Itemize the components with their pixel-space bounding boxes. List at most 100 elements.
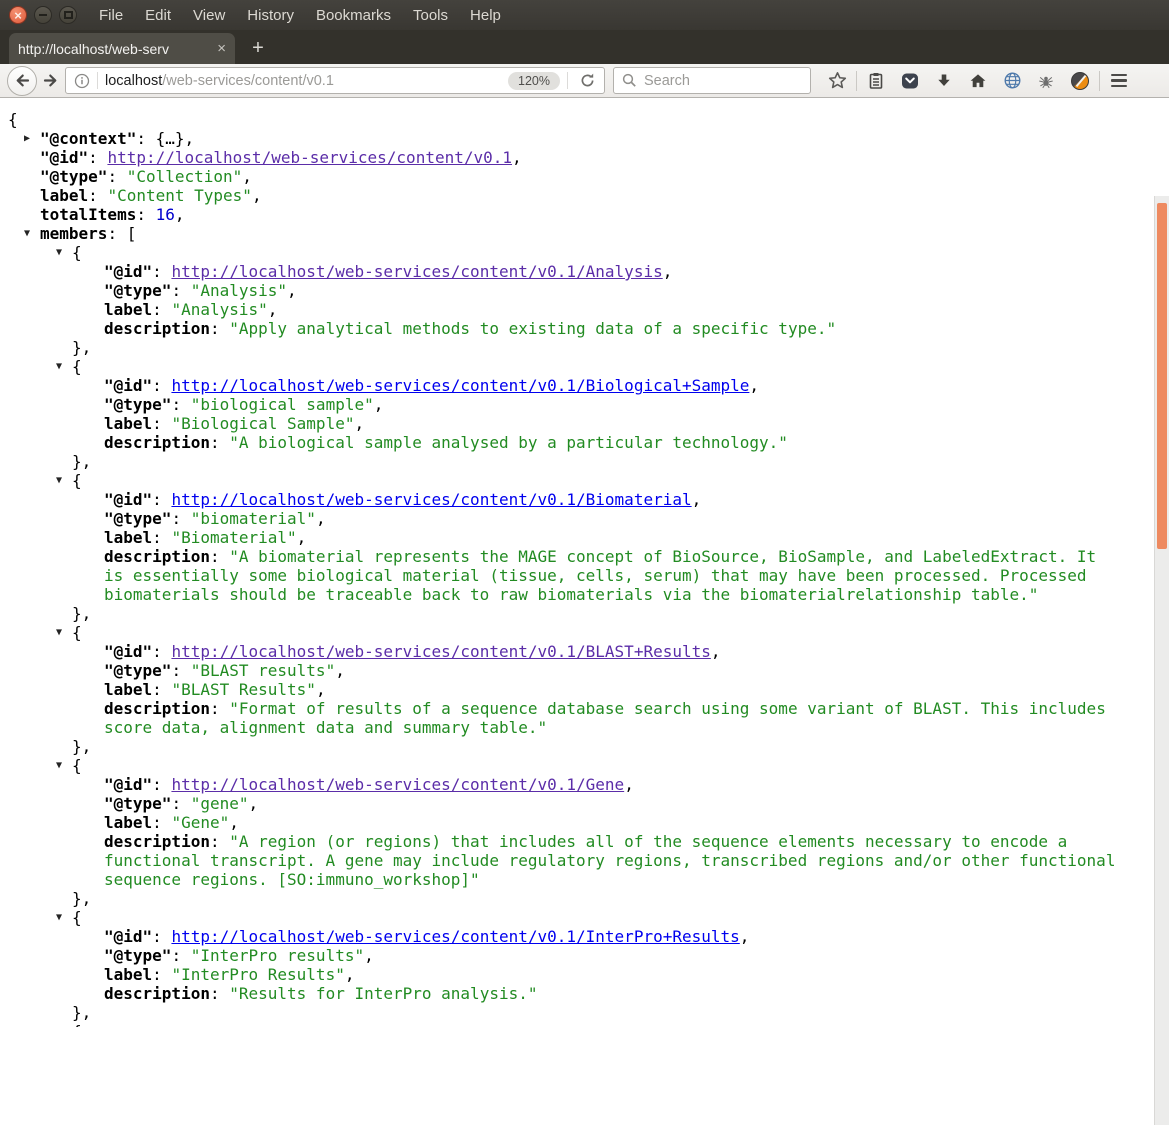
json-line: }, <box>0 1003 1118 1022</box>
json-punct: , <box>739 927 750 946</box>
new-tab-button[interactable]: + <box>243 35 273 62</box>
json-link[interactable]: http://localhost/web-services/content/v0… <box>171 490 691 509</box>
collapse-toggle-icon[interactable]: ▼ <box>56 471 62 490</box>
menu-history[interactable]: History <box>236 7 305 24</box>
menu-edit[interactable]: Edit <box>134 7 182 24</box>
tab-title: http://localhost/web-serv <box>18 40 213 57</box>
url-host: localhost <box>105 72 163 89</box>
json-string: "A biological sample analysed by a parti… <box>229 433 788 452</box>
json-link[interactable]: http://localhost/web-services/content/v0… <box>171 927 739 946</box>
browser-tab-active[interactable]: http://localhost/web-serv × <box>9 33 235 64</box>
json-link[interactable]: http://localhost/web-services/content/v0… <box>171 262 662 281</box>
scrollbar[interactable] <box>1154 196 1169 1125</box>
bookmarks-menu-button[interactable] <box>859 68 893 94</box>
json-key: label <box>104 300 153 319</box>
json-punct: , <box>373 395 384 414</box>
navigation-toolbar: localhost/web-services/content/v0.1 120%… <box>0 64 1169 98</box>
menu-button[interactable] <box>1102 68 1136 94</box>
json-key: "@type" <box>104 661 172 680</box>
globe-extension-button[interactable] <box>995 68 1029 94</box>
json-string: "BLAST results" <box>190 661 336 680</box>
collapse-toggle-icon[interactable]: ▼ <box>56 756 62 775</box>
url-bar-divider <box>97 72 98 89</box>
json-key: description <box>104 547 210 566</box>
url-text[interactable]: localhost/web-services/content/v0.1 <box>105 73 508 89</box>
json-line: label: "Biomaterial", <box>0 528 1118 547</box>
scrollbar-thumb[interactable] <box>1157 203 1167 549</box>
json-punct: [ <box>126 224 137 243</box>
json-string: "A biomaterial represents the MAGE conce… <box>104 547 1097 604</box>
menu-tools[interactable]: Tools <box>402 7 459 24</box>
json-key: description <box>104 319 210 338</box>
downloads-button[interactable] <box>927 68 961 94</box>
hamburger-icon <box>1111 73 1127 88</box>
collapse-toggle-icon[interactable]: ▼ <box>56 1022 62 1027</box>
json-punct: : <box>152 680 172 699</box>
collapse-toggle-icon[interactable]: ▼ <box>56 908 62 927</box>
window-minimize-button[interactable] <box>34 6 52 24</box>
json-punct: , <box>335 661 345 680</box>
search-bar[interactable]: Search <box>613 67 811 94</box>
json-link[interactable]: http://localhost/web-services/content/v0… <box>171 642 710 661</box>
json-string: "Analysis" <box>171 300 268 319</box>
collapse-toggle-icon[interactable]: ▼ <box>56 243 62 262</box>
json-string: "InterPro results" <box>190 946 365 965</box>
menu-help[interactable]: Help <box>459 7 512 24</box>
json-punct: : <box>152 813 172 832</box>
forward-button[interactable] <box>37 68 63 94</box>
json-line: "@type": "gene", <box>0 794 1118 813</box>
json-line: "@type": "InterPro results", <box>0 946 1118 965</box>
pocket-icon <box>902 73 918 88</box>
json-punct: , <box>344 965 355 984</box>
json-key: "@id" <box>104 642 153 661</box>
json-punct: : <box>209 433 230 452</box>
json-line: "@id": http://localhost/web-services/con… <box>0 642 1118 661</box>
page-info-icon[interactable] <box>74 73 90 89</box>
json-line: label: "InterPro Results", <box>0 965 1118 984</box>
json-string: "Gene" <box>171 813 230 832</box>
tab-close-button[interactable]: × <box>217 40 226 57</box>
json-line: "@id": http://localhost/web-services/con… <box>0 262 1118 281</box>
json-line: description: "A biomaterial represents t… <box>0 547 1118 604</box>
json-string: "Biological Sample" <box>171 414 355 433</box>
json-line: totalItems: 16, <box>0 205 1118 224</box>
search-icon <box>622 73 636 87</box>
menu-file[interactable]: File <box>88 7 134 24</box>
home-button[interactable] <box>961 68 995 94</box>
reload-button[interactable] <box>575 72 599 89</box>
collapse-toggle-icon[interactable]: ▼ <box>24 224 30 243</box>
json-key: "@type" <box>104 395 172 414</box>
logo-extension-button[interactable] <box>1063 68 1097 94</box>
url-bar[interactable]: localhost/web-services/content/v0.1 120% <box>65 67 605 94</box>
window-maximize-button[interactable] <box>59 6 77 24</box>
json-key: "@id" <box>104 927 153 946</box>
json-key: label <box>104 414 153 433</box>
pocket-button[interactable] <box>893 68 927 94</box>
collapse-toggle-icon[interactable]: ▼ <box>56 623 62 642</box>
zoom-indicator[interactable]: 120% <box>508 71 560 90</box>
json-punct: , <box>248 794 259 813</box>
forward-arrow-icon <box>43 74 56 87</box>
json-punct: { <box>72 756 82 775</box>
logo-extension-icon <box>1071 71 1089 90</box>
json-punct: : <box>152 965 172 984</box>
spider-extension-button[interactable] <box>1029 68 1063 94</box>
json-link[interactable]: http://localhost/web-services/content/v0… <box>171 775 624 794</box>
json-key: description <box>104 832 210 851</box>
json-link[interactable]: http://localhost/web-services/content/v0… <box>107 148 512 167</box>
expand-toggle-icon[interactable]: ▶ <box>24 129 30 148</box>
menu-bookmarks[interactable]: Bookmarks <box>305 7 402 24</box>
collapse-toggle-icon[interactable]: ▼ <box>56 357 62 376</box>
json-key: "@type" <box>104 281 172 300</box>
bookmark-star-button[interactable] <box>820 68 854 94</box>
json-string: "Results for InterPro analysis." <box>229 984 538 1003</box>
json-punct: , <box>710 642 721 661</box>
json-punct: : <box>88 148 108 167</box>
json-punct: : <box>209 699 230 718</box>
menu-view[interactable]: View <box>182 7 236 24</box>
back-button[interactable] <box>7 65 37 96</box>
json-link[interactable]: http://localhost/web-services/content/v0… <box>171 376 749 395</box>
json-punct: : <box>209 832 230 851</box>
window-close-button[interactable]: × <box>9 6 27 24</box>
json-punct: { <box>72 1022 82 1027</box>
